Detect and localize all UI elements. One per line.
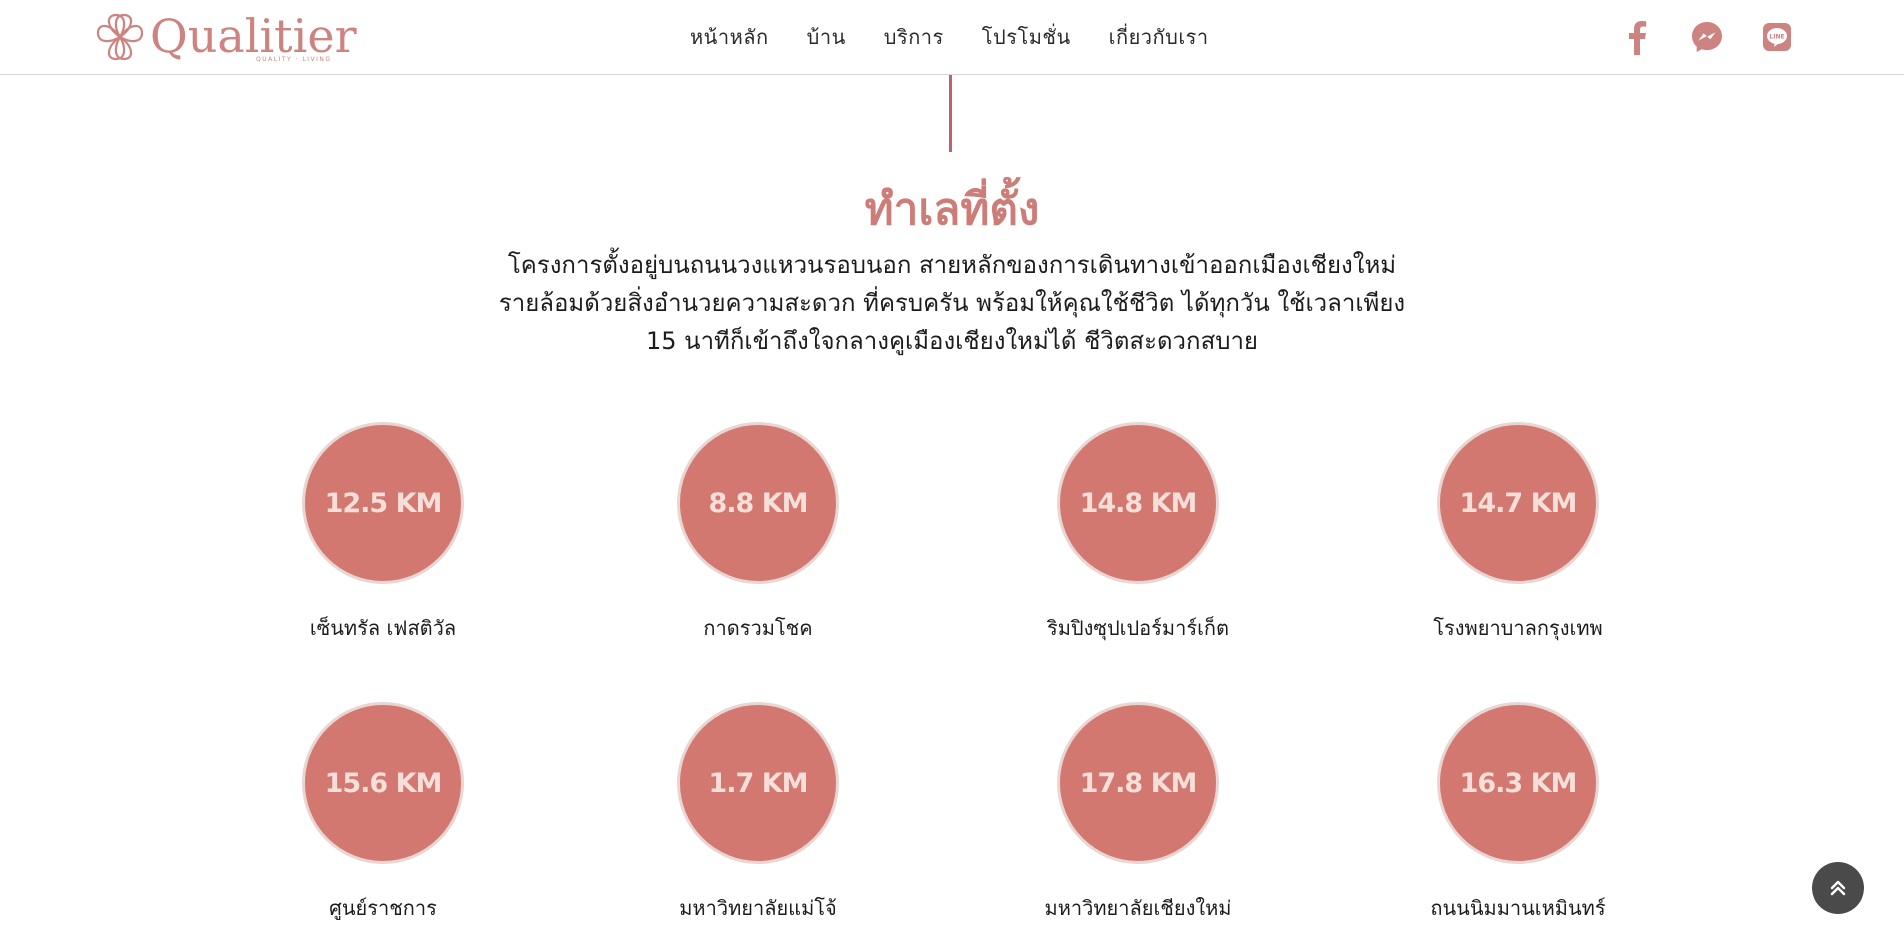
svg-text:LINE: LINE <box>1769 34 1784 41</box>
place-label: กาดรวมโชค <box>703 616 813 640</box>
messenger-icon[interactable] <box>1690 20 1724 54</box>
distance-badge: 16.3 KM <box>1437 702 1599 864</box>
social-links: LINE <box>1620 16 1794 58</box>
distance-badge: 15.6 KM <box>302 702 464 864</box>
double-chevron-up-icon <box>1830 880 1846 896</box>
section-description: โครงการตั้งอยู่บนถนนวงแหวนรอบนอก สายหลัก… <box>452 246 1452 360</box>
scroll-to-top-button[interactable] <box>1812 862 1864 914</box>
place-label: ศูนย์ราชการ <box>329 896 437 920</box>
description-line-2: รายล้อมด้วยสิ่งอำนวยความสะดวก ที่ครบครัน… <box>498 289 1406 317</box>
distance-badge: 12.5 KM <box>302 422 464 584</box>
distance-badge: 14.7 KM <box>1437 422 1599 584</box>
nav-item-about[interactable]: เกี่ยวกับเรา <box>1109 21 1209 53</box>
line-icon[interactable]: LINE <box>1760 20 1794 54</box>
site-logo[interactable]: Qualitier QUALITY · LIVING <box>92 8 357 66</box>
distance-badge: 8.8 KM <box>677 422 839 584</box>
place-label: ริมปิงซุปเปอร์มาร์เก็ต <box>1046 616 1230 640</box>
facebook-icon[interactable] <box>1620 20 1654 55</box>
distance-badge: 1.7 KM <box>677 702 839 864</box>
nav-item-home[interactable]: หน้าหลัก <box>690 21 769 53</box>
place-label: มหาวิทยาลัยเชียงใหม่ <box>1044 896 1232 920</box>
description-line-3: 15 นาทีก็เข้าถึงใจกลางคูเมืองเชียงใหม่ได… <box>646 327 1258 355</box>
place-label: ถนนนิมมานเหมินทร์ <box>1430 896 1606 920</box>
main-nav: หน้าหลัก บ้าน บริการ โปรโมชั่น เกี่ยวกับ… <box>690 22 1209 52</box>
description-line-1: โครงการตั้งอยู่บนถนนวงแหวนรอบนอก สายหลัก… <box>507 251 1397 279</box>
site-header: Qualitier QUALITY · LIVING หน้าหลัก บ้าน… <box>0 0 1904 75</box>
section-divider <box>949 75 952 152</box>
nav-item-houses[interactable]: บ้าน <box>807 21 846 53</box>
place-label: โรงพยาบาลกรุงเทพ <box>1433 616 1603 640</box>
logo-wordmark-group: Qualitier QUALITY · LIVING <box>150 8 357 66</box>
place-label: มหาวิทยาลัยแม่โจ้ <box>679 896 837 920</box>
distance-badge: 14.8 KM <box>1057 422 1219 584</box>
nav-item-services[interactable]: บริการ <box>884 21 944 53</box>
distance-badge: 17.8 KM <box>1057 702 1219 864</box>
logo-knot-icon <box>96 13 144 61</box>
place-label: เซ็นทรัล เฟสติวัล <box>309 616 457 640</box>
section-title: ทำเลที่ตั้ง <box>864 184 1040 235</box>
logo-tagline: QUALITY · LIVING <box>256 56 332 63</box>
logo-wordmark: Qualitier <box>150 9 357 63</box>
nav-item-promotions[interactable]: โปรโมชั่น <box>982 21 1071 53</box>
